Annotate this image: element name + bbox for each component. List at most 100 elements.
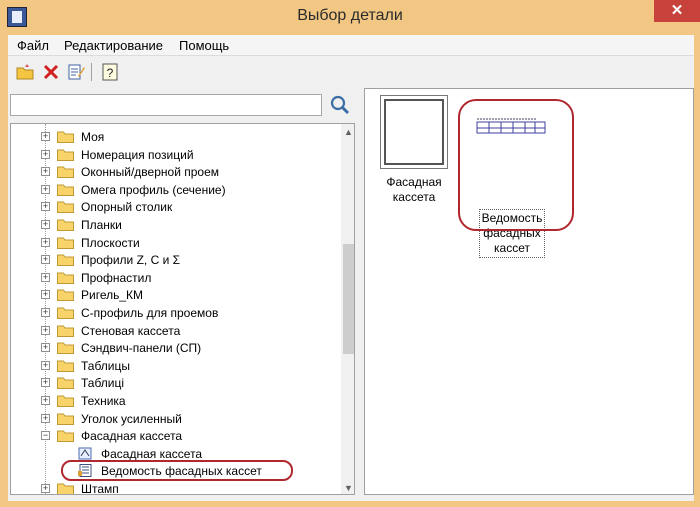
preview-caption-cassette[interactable]: Фасадная кассета — [377, 175, 451, 205]
edit-icon[interactable] — [66, 62, 86, 82]
menu-file[interactable]: Файл — [17, 38, 49, 53]
tree-item[interactable]: + Моя — [11, 128, 341, 146]
expand-icon[interactable]: + — [41, 413, 50, 423]
expand-icon[interactable]: + — [41, 378, 50, 388]
tree-item[interactable]: + Опорный столик — [11, 198, 341, 216]
tree-item[interactable]: + Таблицы — [11, 357, 341, 375]
collapse-icon[interactable]: − — [41, 431, 50, 441]
preview-thumbnail-cassette[interactable] — [380, 95, 448, 169]
folder-icon — [57, 325, 74, 337]
menu-bar: Файл Редактирование Помощь — [8, 35, 694, 56]
tree-item[interactable]: + Плоскости — [11, 234, 341, 252]
caption-line: кассет — [494, 241, 530, 255]
tree-item-label: Номерация позиций — [81, 147, 194, 162]
tree-item-label: Моя — [81, 130, 105, 144]
tree-item[interactable]: − Фасадная кассета — [11, 427, 341, 445]
tree-item-label: Таблицы — [81, 358, 131, 373]
tree-item-label: Штамп — [81, 482, 119, 495]
folder-icon — [57, 342, 74, 355]
tree-item[interactable]: + Оконный/дверной проем — [11, 163, 341, 181]
expand-icon[interactable]: + — [41, 149, 50, 159]
help-icon[interactable]: ? — [100, 62, 120, 82]
folder-icon — [57, 377, 74, 390]
tree-item[interactable]: + Профили Z, C и Σ — [11, 251, 341, 269]
scroll-thumb[interactable] — [343, 244, 354, 354]
caption-line: Фасадная — [386, 175, 442, 189]
tree-item[interactable]: + Ригель_КМ — [11, 286, 341, 304]
parts-tree[interactable]: + Моя + Номерация позиций + Оконный/дверной п… — [10, 123, 355, 495]
tree-item[interactable]: + Планки — [11, 216, 341, 234]
expand-icon[interactable]: + — [41, 484, 50, 493]
expand-icon[interactable]: + — [41, 167, 50, 177]
tree-item[interactable]: + Омега профиль (сечение) — [11, 181, 341, 199]
search-icon[interactable] — [328, 93, 352, 117]
expand-icon[interactable]: + — [41, 396, 50, 405]
search-input[interactable] — [10, 94, 322, 116]
menu-edit[interactable]: Редактирование — [64, 38, 163, 53]
tree-item-label: Стеновая кассета — [81, 323, 181, 338]
tree-item-label: Оконный/дверной проем — [81, 165, 220, 180]
tree-item-label: Ригель_КМ — [81, 288, 144, 303]
expand-icon[interactable]: + — [41, 272, 50, 282]
caption-line: кассета — [392, 190, 436, 204]
tree-item[interactable]: + С-профиль для проемов — [11, 304, 341, 322]
folder-icon — [57, 237, 74, 249]
toolbar: ? — [8, 57, 694, 87]
tree-item[interactable]: + Профнастил — [11, 269, 341, 287]
tree-item-label: Техника — [81, 394, 126, 408]
title-bar[interactable]: Выбор детали ✕ — [0, 0, 700, 34]
expand-icon[interactable]: + — [41, 132, 50, 141]
expand-icon[interactable]: + — [41, 360, 50, 370]
expand-icon[interactable]: + — [41, 325, 50, 335]
tree-item-label: Уголок усиленный — [81, 411, 182, 426]
tree-item-label: Фасадная кассета — [101, 446, 203, 461]
tree-scrollbar[interactable]: ▲ ▼ — [341, 124, 354, 494]
folder-icon — [57, 307, 74, 319]
folder-icon — [57, 201, 74, 214]
tree-item[interactable]: + Таблиці — [11, 374, 341, 392]
tree-item[interactable]: + Стеновая кассета — [11, 322, 341, 340]
tree-item-label: Фасадная кассета — [81, 429, 183, 444]
client-area: Файл Редактирование Помощь ? + Моя + Ном… — [8, 35, 694, 501]
tree-item-label: С-профиль для проемов — [81, 306, 219, 320]
folder-icon — [57, 131, 74, 143]
folder-icon — [57, 395, 74, 407]
scroll-down-icon[interactable]: ▼ — [341, 480, 354, 494]
tree-item-label: Опорный столик — [81, 200, 173, 215]
folder-icon — [57, 254, 74, 267]
expand-icon[interactable]: + — [41, 184, 50, 194]
folder-icon — [57, 430, 74, 443]
delete-icon[interactable] — [41, 62, 61, 82]
app-window: Выбор детали ✕ Файл Редактирование Помощ… — [0, 0, 700, 507]
expand-icon[interactable]: + — [41, 343, 50, 353]
tree-item[interactable]: + Штамп — [11, 480, 341, 495]
open-folder-icon[interactable] — [15, 62, 35, 82]
expand-icon[interactable]: + — [41, 202, 50, 212]
part-icon — [78, 447, 92, 460]
tree-item[interactable]: + Техника — [11, 392, 341, 410]
tree-item[interactable]: + Сэндвич-панели (СП) — [11, 339, 341, 357]
close-button[interactable]: ✕ — [654, 0, 700, 22]
expand-icon[interactable]: + — [41, 220, 50, 229]
tree-item-label: Таблиці — [81, 376, 125, 391]
folder-icon — [57, 272, 74, 284]
folder-icon — [57, 360, 74, 372]
expand-icon[interactable]: + — [41, 237, 50, 247]
help-glyph: ? — [107, 66, 114, 80]
tree-item-label: Омега профиль (сечение) — [81, 182, 226, 197]
tree-item[interactable]: + Уголок усиленный — [11, 410, 341, 428]
tree-selection-highlight — [61, 460, 293, 481]
tree-item-label: Сэндвич-панели (СП) — [81, 341, 202, 356]
folder-icon — [57, 413, 74, 425]
tree-item-label: Плоскости — [81, 235, 140, 250]
folder-icon — [57, 483, 74, 494]
expand-icon[interactable]: + — [41, 308, 50, 317]
scroll-up-icon[interactable]: ▲ — [341, 124, 354, 140]
cassette-shape — [384, 99, 444, 165]
tree-item[interactable]: + Номерация позиций — [11, 146, 341, 164]
expand-icon[interactable]: + — [41, 290, 50, 300]
folder-icon — [57, 289, 74, 302]
menu-help[interactable]: Помощь — [179, 38, 229, 53]
folder-icon — [57, 166, 74, 179]
expand-icon[interactable]: + — [41, 255, 50, 265]
